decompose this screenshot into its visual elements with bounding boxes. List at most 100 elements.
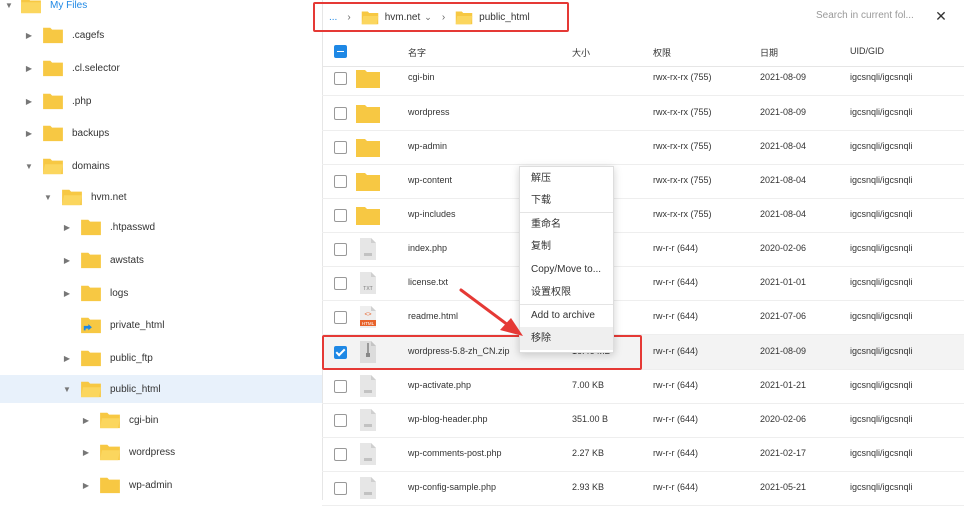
table-row[interactable]: <> HTML readme.html rw-r-r (644) 2021-07-… (322, 300, 964, 335)
table-row[interactable]: wp-blog-header.php 351.00 B rw-r-r (644)… (322, 403, 964, 438)
file-permissions: rwx-rx-rx (755) (653, 209, 712, 219)
file-name[interactable]: wp-comments-post.php (408, 448, 502, 458)
tree-item-label: .php (72, 95, 92, 107)
row-checkbox[interactable] (334, 482, 347, 495)
table-row[interactable]: index.php rw-r-r (644) 2020-02-06 igcsnq… (322, 232, 964, 267)
row-checkbox[interactable] (334, 311, 347, 324)
chevron-right-icon[interactable]: ▶ (62, 256, 72, 265)
menu-item-copy[interactable]: 复制 (520, 235, 613, 258)
breadcrumb-item-current[interactable]: public_html (455, 10, 530, 25)
folder-open-icon (21, 0, 41, 14)
menu-item-remove[interactable]: 移除 (520, 327, 613, 350)
tree-item-awstats[interactable]: ▶ awstats (0, 246, 322, 274)
folder-icon (356, 173, 380, 191)
tree-item-hvm-net[interactable]: ▼ hvm.net (0, 183, 322, 211)
tree-item-label: hvm.net (91, 191, 127, 203)
menu-item-rename[interactable]: 重命名 (520, 213, 613, 236)
row-checkbox[interactable] (334, 209, 347, 222)
table-row[interactable]: TXT license.txt rw-r-r (644) 2021-01-01 … (322, 266, 964, 301)
menu-item-download[interactable]: 下载 (520, 189, 613, 212)
folder-icon (43, 27, 63, 44)
menu-item-copy-move-to[interactable]: Copy/Move to... (520, 258, 613, 281)
chevron-right-icon[interactable]: ▶ (81, 481, 91, 490)
tree-item-logs[interactable]: ▶ logs (0, 279, 322, 307)
file-name[interactable]: index.php (408, 243, 447, 253)
chevron-down-icon[interactable]: ▼ (62, 385, 72, 394)
chevron-right-icon[interactable]: ▶ (62, 354, 72, 363)
file-name[interactable]: wp-activate.php (408, 380, 471, 390)
file-name[interactable]: wp-includes (408, 209, 456, 219)
file-date: 2020-02-06 (760, 414, 807, 424)
file-name[interactable]: wp-admin (408, 141, 447, 151)
column-header-date[interactable]: 日期 (760, 46, 778, 59)
tree-item-cl-selector[interactable]: ▶ .cl.selector (0, 54, 322, 82)
folder-open-icon (43, 158, 63, 175)
chevron-right-icon[interactable]: ▶ (81, 416, 91, 425)
file-name[interactable]: wp-config-sample.php (408, 482, 496, 492)
row-checkbox[interactable] (334, 175, 347, 188)
tree-item-cagefs[interactable]: ▶ .cagefs (0, 21, 322, 49)
tree-item-php[interactable]: ▶ .php (0, 87, 322, 115)
chevron-down-icon[interactable]: ▼ (24, 162, 34, 171)
table-row[interactable]: wp-content rwx-rx-rx (755) 2021-08-04 ig… (322, 164, 964, 199)
search-input[interactable]: Search in current fol... (816, 10, 926, 26)
row-checkbox[interactable] (334, 243, 347, 256)
file-uid-gid: igcsnqli/igcsnqli (850, 311, 913, 321)
table-row[interactable]: wp-admin rwx-rx-rx (755) 2021-08-04 igcs… (322, 130, 964, 165)
chevron-right-icon[interactable]: ▶ (24, 129, 34, 138)
chevron-down-icon[interactable]: ⌄ (424, 12, 432, 23)
tree-item-backups[interactable]: ▶ backups (0, 119, 322, 147)
row-checkbox[interactable] (334, 414, 347, 427)
tree-item-public-html[interactable]: ▼ public_html (0, 375, 322, 403)
tree-item-public-ftp[interactable]: ▶ public_ftp (0, 344, 322, 372)
row-checkbox[interactable] (334, 141, 347, 154)
breadcrumb-ellipsis[interactable]: ... (329, 12, 337, 23)
row-checkbox[interactable] (334, 107, 347, 120)
chevron-right-icon[interactable]: ▶ (24, 31, 34, 40)
chevron-right-icon[interactable]: ▶ (62, 223, 72, 232)
tree-item-cgi-bin[interactable]: ▶ cgi-bin (0, 406, 322, 434)
row-checkbox[interactable] (334, 72, 347, 85)
file-name[interactable]: readme.html (408, 311, 458, 321)
chevron-right-icon[interactable]: ▶ (81, 448, 91, 457)
file-name[interactable]: cgi-bin (408, 72, 435, 82)
file-name[interactable]: license.txt (408, 277, 448, 287)
chevron-down-icon[interactable]: ▼ (4, 1, 14, 10)
file-name[interactable]: wp-blog-header.php (408, 414, 488, 424)
row-checkbox[interactable] (334, 277, 347, 290)
menu-item-add-to-archive[interactable]: Add to archive (520, 304, 613, 327)
menu-item-set-permissions[interactable]: 设置权限 (520, 281, 613, 304)
column-header-permissions[interactable]: 权限 (653, 46, 671, 59)
select-all-checkbox[interactable] (334, 45, 347, 58)
file-uid-gid: igcsnqli/igcsnqli (850, 380, 913, 390)
file-name[interactable]: wp-content (408, 175, 452, 185)
file-name[interactable]: wordpress (408, 107, 450, 117)
close-icon[interactable]: ✕ (932, 6, 950, 26)
tree-item-wp-admin[interactable]: ▶ wp-admin (0, 471, 322, 499)
table-row[interactable]: wp-includes rwx-rx-rx (755) 2021-08-04 i… (322, 198, 964, 233)
file-size: 351.00 B (572, 414, 609, 424)
chevron-right-icon[interactable]: ▶ (62, 289, 72, 298)
table-row[interactable]: wp-activate.php 7.00 KB rw-r-r (644) 202… (322, 369, 964, 404)
column-header-size[interactable]: 大小 (572, 46, 590, 59)
column-header-name[interactable]: 名字 (408, 46, 426, 59)
column-header-uid-gid[interactable]: UID/GID (850, 46, 884, 56)
table-row[interactable]: wp-config-sample.php 2.93 KB rw-r-r (644… (322, 471, 964, 506)
breadcrumb-current-label: public_html (479, 11, 530, 23)
row-checkbox[interactable] (334, 380, 347, 393)
tree-item-domains[interactable]: ▼ domains (0, 152, 322, 180)
tree-item-wordpress[interactable]: ▶ wordpress (0, 438, 322, 466)
table-row[interactable]: wordpress rwx-rx-rx (755) 2021-08-09 igc… (322, 96, 964, 131)
tree-root[interactable]: ▼ My Files (0, 0, 322, 19)
table-row[interactable]: cgi-bin rwx-rx-rx (755) 2021-08-09 igcsn… (322, 61, 964, 96)
row-checkbox[interactable] (334, 448, 347, 461)
tree-item-private-html[interactable]: ▶ private_html (0, 311, 322, 339)
chevron-down-icon[interactable]: ▼ (43, 193, 53, 202)
menu-item-extract[interactable]: 解压 (520, 167, 613, 190)
chevron-right-icon[interactable]: ▶ (24, 64, 34, 73)
table-row[interactable]: wp-comments-post.php 2.27 KB rw-r-r (644… (322, 437, 964, 472)
chevron-right-icon[interactable]: ▶ (24, 97, 34, 106)
breadcrumb-item-domain[interactable]: hvm.net ⌄ (361, 10, 432, 25)
folder-icon (81, 350, 101, 367)
tree-item-htpasswd[interactable]: ▶ .htpasswd (0, 213, 322, 241)
